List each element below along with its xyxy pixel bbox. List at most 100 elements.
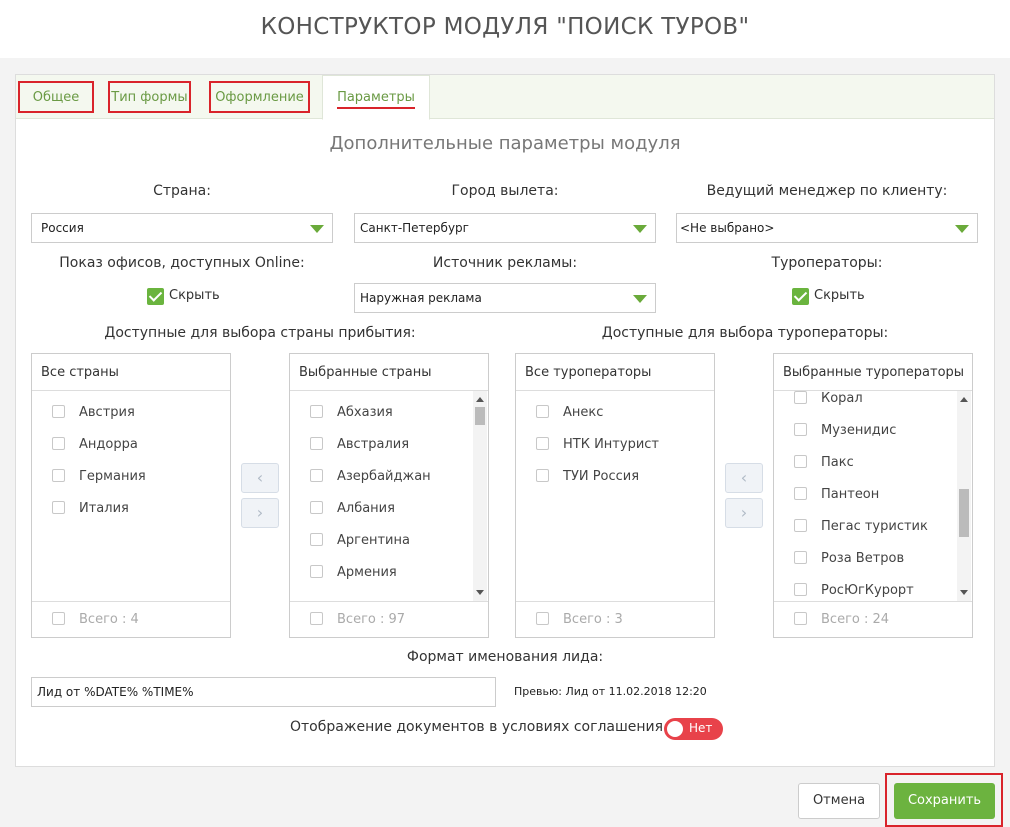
chevron-left-icon: ‹: [740, 468, 748, 487]
checkbox[interactable]: [794, 487, 807, 500]
list-item[interactable]: Аргентина: [310, 531, 410, 551]
checkbox[interactable]: [794, 455, 807, 468]
documents-toggle[interactable]: Нет: [664, 718, 723, 740]
list-item-label: Анекс: [563, 405, 604, 420]
scroll-thumb[interactable]: [475, 407, 485, 425]
checkbox[interactable]: [794, 583, 807, 596]
checkbox[interactable]: [310, 533, 323, 546]
all-countries-footer: Всего : 4: [32, 601, 230, 637]
list-item[interactable]: РосЮгКурорт: [794, 581, 914, 601]
checkbox[interactable]: [794, 423, 807, 436]
checkbox[interactable]: [310, 501, 323, 514]
all-operators-title: Все туроператоры: [516, 354, 714, 391]
manager-select[interactable]: <Не выбрано>: [676, 213, 978, 243]
selected-operators-list[interactable]: Выбранные туроператоры Корал Музенидис П…: [773, 353, 973, 638]
scroll-down-icon[interactable]: [960, 590, 968, 595]
checkbox[interactable]: [310, 565, 323, 578]
list-item[interactable]: ТУИ Россия: [536, 467, 639, 487]
list-item[interactable]: Роза Ветров: [794, 549, 904, 569]
select-all-selected-countries[interactable]: Всего : 97: [310, 610, 405, 630]
offices-hide-label: Скрыть: [169, 288, 220, 303]
chevron-right-icon: ›: [256, 503, 264, 522]
list-item[interactable]: Австралия: [310, 435, 409, 455]
checkbox[interactable]: [794, 519, 807, 532]
tab-design[interactable]: Оформление: [209, 81, 310, 113]
documents-label: Отображение документов в условиях соглаш…: [290, 719, 664, 735]
offices-hide-checkbox[interactable]: [147, 288, 164, 305]
select-all-operators[interactable]: Всего : 3: [536, 610, 623, 630]
ad-source-select-value: Наружная реклама: [360, 291, 482, 305]
list-item[interactable]: Корал: [794, 391, 863, 409]
ad-source-select[interactable]: Наружная реклама: [354, 283, 656, 313]
move-right-countries-button[interactable]: ›: [241, 498, 279, 528]
all-operators-items: Анекс НТК Интурист ТУИ Россия: [516, 391, 714, 601]
save-button[interactable]: Сохранить: [894, 783, 995, 819]
scroll-up-icon[interactable]: [476, 397, 484, 402]
tab-parameters[interactable]: Параметры: [322, 75, 430, 120]
checkbox[interactable]: [536, 612, 549, 625]
operators-group-label: Доступные для выбора туроператоры:: [601, 325, 889, 341]
scroll-thumb[interactable]: [959, 489, 969, 537]
list-item[interactable]: Анекс: [536, 403, 603, 423]
selected-operators-scrollbar[interactable]: [957, 391, 971, 601]
list-item[interactable]: Австрия: [52, 403, 135, 423]
checkbox[interactable]: [536, 437, 549, 450]
checkbox[interactable]: [794, 551, 807, 564]
list-item[interactable]: Азербайджан: [310, 467, 431, 487]
all-operators-list[interactable]: Все туроператоры Анекс НТК Интурист ТУИ …: [515, 353, 715, 638]
checkbox[interactable]: [310, 612, 323, 625]
list-item[interactable]: Армения: [310, 563, 397, 583]
list-item[interactable]: Андорра: [52, 435, 138, 455]
all-operators-footer: Всего : 3: [516, 601, 714, 637]
checkbox[interactable]: [310, 469, 323, 482]
list-item[interactable]: Пакс: [794, 453, 854, 473]
scroll-down-icon[interactable]: [476, 590, 484, 595]
list-item[interactable]: Албания: [310, 499, 395, 519]
operators-hide-checkbox[interactable]: [792, 288, 809, 305]
list-item-label: ТУИ Россия: [563, 469, 640, 484]
tab-form-type[interactable]: Тип формы: [108, 81, 191, 113]
scroll-up-icon[interactable]: [960, 397, 968, 402]
checkbox[interactable]: [310, 437, 323, 450]
checkbox[interactable]: [794, 612, 807, 625]
checkbox[interactable]: [52, 469, 65, 482]
checkbox[interactable]: [52, 612, 65, 625]
manager-select-value: <Не выбрано>: [680, 221, 775, 235]
checkbox[interactable]: [52, 405, 65, 418]
section-title: Дополнительные параметры модуля: [329, 133, 681, 154]
move-right-operators-button[interactable]: ›: [725, 498, 763, 528]
checkbox[interactable]: [310, 405, 323, 418]
select-all-selected-operators[interactable]: Всего : 24: [794, 610, 889, 630]
lead-format-input[interactable]: [31, 677, 496, 707]
cancel-button[interactable]: Отмена: [798, 783, 880, 819]
list-item-label: Андорра: [79, 437, 138, 452]
country-label: Страна:: [153, 183, 211, 199]
toggle-knob: [667, 721, 683, 737]
all-countries-items: Австрия Андорра Германия Италия: [32, 391, 230, 601]
checkbox[interactable]: [52, 437, 65, 450]
list-item[interactable]: Германия: [52, 467, 146, 487]
departure-city-select[interactable]: Санкт-Петербург: [354, 213, 656, 243]
checkbox[interactable]: [794, 391, 807, 404]
checkbox[interactable]: [52, 501, 65, 514]
selected-countries-footer: Всего : 97: [290, 601, 488, 637]
list-item[interactable]: Музенидис: [794, 421, 896, 441]
all-countries-list[interactable]: Все страны Австрия Андорра Германия Итал…: [31, 353, 231, 638]
checkbox[interactable]: [536, 405, 549, 418]
list-item[interactable]: Пегас туристик: [794, 517, 928, 537]
list-item[interactable]: Абхазия: [310, 403, 393, 423]
checkbox[interactable]: [536, 469, 549, 482]
list-item[interactable]: НТК Интурист: [536, 435, 659, 455]
lead-format-label: Формат именования лида:: [406, 649, 604, 665]
move-left-countries-button[interactable]: ‹: [241, 463, 279, 493]
list-item-label: Германия: [79, 469, 146, 484]
selected-countries-list[interactable]: Выбранные страны Абхазия Австралия Азерб…: [289, 353, 489, 638]
move-left-operators-button[interactable]: ‹: [725, 463, 763, 493]
all-countries-total: Всего : 4: [79, 612, 139, 627]
selected-countries-scrollbar[interactable]: [473, 391, 487, 601]
tab-general[interactable]: Общее: [18, 81, 94, 113]
country-select[interactable]: Россия: [31, 213, 333, 243]
list-item[interactable]: Пантеон: [794, 485, 879, 505]
select-all-countries[interactable]: Всего : 4: [52, 610, 139, 630]
list-item[interactable]: Италия: [52, 499, 129, 519]
